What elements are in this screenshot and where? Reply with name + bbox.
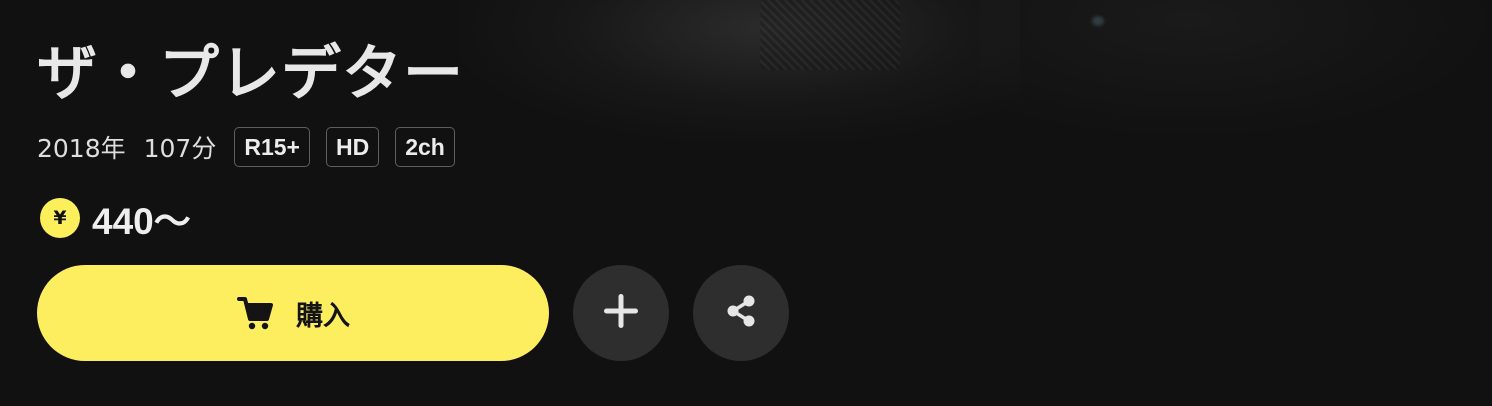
audio-badge: 2ch: [395, 127, 455, 167]
page-title: ザ・プレデター: [37, 39, 464, 109]
currency-symbol: ¥: [53, 206, 67, 229]
quality-badge: HD: [325, 127, 380, 167]
runtime: 107分: [143, 134, 217, 163]
buy-button-label: 購入: [296, 300, 350, 332]
plus-icon: [602, 292, 640, 334]
meta-row: 2018年 107分 R15+ HD 2ch: [37, 125, 471, 169]
release-year: 2018年: [37, 134, 126, 163]
share-icon: [721, 291, 761, 335]
yen-coin-icon: ¥: [40, 198, 80, 238]
cart-icon: [236, 293, 276, 333]
price-value: 440〜: [92, 201, 191, 242]
title-detail-hero: ザ・プレデター 2018年 107分 R15+ HD 2ch ¥ 440〜 購入: [0, 0, 1492, 406]
price-row: ¥ 440〜: [40, 196, 191, 242]
rating-badge: R15+: [234, 127, 310, 167]
share-button[interactable]: [693, 265, 789, 361]
add-to-list-button[interactable]: [573, 265, 669, 361]
buy-button[interactable]: 購入: [37, 265, 549, 361]
